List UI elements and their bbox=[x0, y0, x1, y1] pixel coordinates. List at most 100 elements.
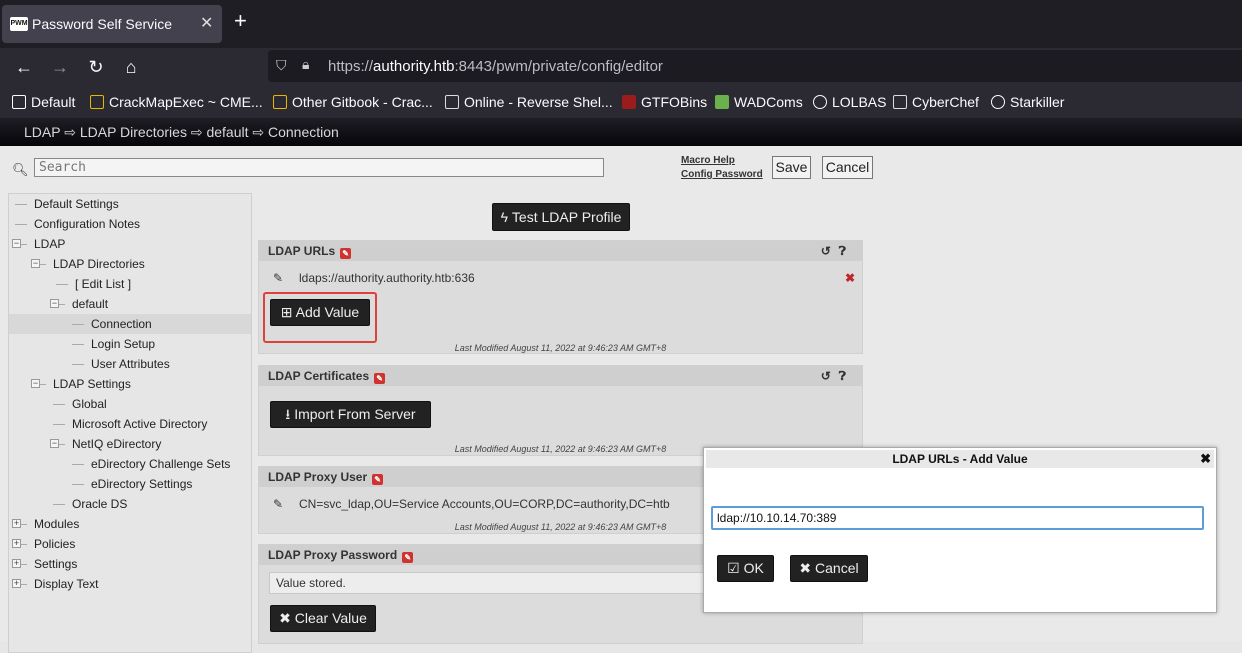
tree-connector bbox=[72, 344, 84, 345]
browser-tab-strip: PWM Password Self Service ✕ + bbox=[0, 0, 1242, 48]
tree-item-display-text[interactable]: + Display Text bbox=[9, 574, 251, 594]
tree-connector bbox=[53, 424, 65, 425]
bookmark-2[interactable]: Other Gitbook - Crac... bbox=[273, 94, 433, 110]
tree-item-connection[interactable]: Connection bbox=[9, 314, 251, 334]
reset-icon[interactable]: ↺ bbox=[821, 369, 839, 383]
expand-icon[interactable]: + bbox=[12, 559, 21, 568]
globe-icon bbox=[813, 95, 827, 109]
tree-item-user-attributes[interactable]: User Attributes bbox=[9, 354, 251, 374]
tree-item-label: Modules bbox=[34, 517, 80, 531]
tree-item-label: Microsoft Active Directory bbox=[72, 417, 208, 431]
bookmark-4[interactable]: GTFOBins bbox=[622, 94, 707, 110]
collapse-icon[interactable]: − bbox=[12, 239, 21, 248]
delete-value-icon[interactable]: ✖ bbox=[845, 271, 855, 285]
tree-item-modules[interactable]: + Modules bbox=[9, 514, 251, 534]
macro-help-link[interactable]: Macro Help bbox=[681, 155, 735, 166]
import-from-server-button[interactable]: ⭳ Import From Server bbox=[270, 401, 431, 428]
tree-item-oracle-ds[interactable]: Oracle DS bbox=[9, 494, 251, 514]
last-modified: Last Modified August 11, 2022 at 9:46:23… bbox=[454, 343, 667, 353]
reset-icon[interactable]: ↺ bbox=[821, 244, 839, 258]
bookmark-0[interactable]: Default bbox=[12, 94, 75, 110]
tree-item-ldap[interactable]: − LDAP bbox=[9, 234, 251, 254]
test-ldap-profile-button[interactable]: ϟ Test LDAP Profile bbox=[492, 203, 630, 231]
dialog-cancel-button[interactable]: ✖ Cancel bbox=[790, 555, 868, 582]
tree-item-settings[interactable]: + Settings bbox=[9, 554, 251, 574]
collapse-icon[interactable]: − bbox=[50, 299, 59, 308]
reload-button[interactable]: ↻ bbox=[84, 55, 108, 79]
collapse-icon[interactable]: − bbox=[31, 259, 40, 268]
tree-item-edit-list[interactable]: [ Edit List ] bbox=[9, 274, 251, 294]
tree-item-label: eDirectory Settings bbox=[91, 477, 193, 491]
home-button[interactable]: ⌂ bbox=[119, 55, 143, 79]
bookmark-3[interactable]: Online - Reverse Shel... bbox=[445, 94, 613, 110]
help-icon[interactable]: ❓︎ bbox=[839, 369, 854, 383]
bookmark-label: Other Gitbook - Crac... bbox=[292, 94, 433, 110]
expand-icon[interactable]: + bbox=[12, 539, 21, 548]
close-tab-icon[interactable]: ✕ bbox=[200, 13, 213, 33]
tree-item-login-setup[interactable]: Login Setup bbox=[9, 334, 251, 354]
edit-icon[interactable]: ✎ bbox=[340, 248, 352, 259]
tree-item-default[interactable]: − default bbox=[9, 294, 251, 314]
breadcrumb: LDAP ⇨ LDAP Directories ⇨ default ⇨ Conn… bbox=[24, 124, 339, 140]
collapse-icon[interactable]: − bbox=[50, 439, 59, 448]
bookmark-label: LOLBAS bbox=[832, 94, 887, 110]
shield-icon[interactable]: ⛉ bbox=[276, 57, 287, 74]
tree-item-global[interactable]: Global bbox=[9, 394, 251, 414]
tree-item-label: LDAP bbox=[34, 237, 66, 251]
bookmark-7[interactable]: CyberChef bbox=[893, 94, 979, 110]
tree-item-netiq-edirectory[interactable]: − NetIQ eDirectory bbox=[9, 434, 251, 454]
ok-button[interactable]: ☑ OK bbox=[717, 555, 774, 582]
tree-item-label: Connection bbox=[91, 317, 152, 331]
tree-item-label: LDAP Directories bbox=[53, 257, 145, 271]
tree-item-label: Oracle DS bbox=[72, 497, 128, 511]
help-icon[interactable]: ❓︎ bbox=[839, 244, 854, 258]
tree-item-ldap-directories[interactable]: − LDAP Directories bbox=[9, 254, 251, 274]
cancel-button[interactable]: Cancel bbox=[822, 156, 873, 179]
bookmark-label: CrackMapExec ~ CME... bbox=[109, 94, 263, 110]
expand-icon[interactable]: + bbox=[12, 579, 21, 588]
bookmark-6[interactable]: LOLBAS bbox=[813, 94, 886, 110]
bookmark-5[interactable]: WADComs bbox=[715, 94, 803, 110]
config-password-link[interactable]: Config Password bbox=[681, 169, 763, 180]
bookmark-label: Online - Reverse Shel... bbox=[464, 94, 613, 110]
tree-item-configuration-notes[interactable]: Configuration Notes bbox=[9, 214, 251, 234]
globe-icon bbox=[991, 95, 1005, 109]
tree-connector bbox=[56, 284, 68, 285]
ldap-url-input[interactable]: ldap://10.10.14.70:389 bbox=[711, 506, 1204, 530]
bookmark-1[interactable]: CrackMapExec ~ CME... bbox=[90, 94, 263, 110]
tree-item-label: NetIQ eDirectory bbox=[72, 437, 162, 451]
tree-item-policies[interactable]: + Policies bbox=[9, 534, 251, 554]
close-icon[interactable]: ✖ bbox=[1200, 450, 1211, 468]
tree-item-ldap-settings[interactable]: − LDAP Settings bbox=[9, 374, 251, 394]
proxy-user-value: CN=svc_ldap,OU=Service Accounts,OU=CORP,… bbox=[299, 497, 670, 511]
ldap-urls-header: LDAP URLs ✎ ↺❓︎ bbox=[259, 241, 862, 261]
tree-connector bbox=[72, 464, 84, 465]
tree-item-label: LDAP Settings bbox=[53, 377, 131, 391]
search-input[interactable]: Search bbox=[34, 158, 604, 177]
tree-item-microsoft-active-directory[interactable]: Microsoft Active Directory bbox=[9, 414, 251, 434]
expand-icon[interactable]: + bbox=[12, 519, 21, 528]
tree-item-edirectory-challenge-sets[interactable]: eDirectory Challenge Sets bbox=[9, 454, 251, 474]
edit-icon[interactable]: ✎ bbox=[402, 552, 414, 563]
browser-tab[interactable]: PWM Password Self Service ✕ bbox=[2, 5, 222, 43]
forward-button[interactable]: → bbox=[48, 55, 72, 79]
edit-icon[interactable]: ✎ bbox=[374, 373, 386, 384]
dialog-title-bar: LDAP URLs - Add Value ✖ bbox=[706, 450, 1214, 468]
tree-connector bbox=[53, 504, 65, 505]
lock-icon[interactable]: 🔒︎ bbox=[302, 56, 309, 73]
collapse-icon[interactable]: − bbox=[31, 379, 40, 388]
tree-connector bbox=[53, 404, 65, 405]
edit-value-icon[interactable]: ✎ bbox=[273, 497, 283, 511]
tree-item-default-settings[interactable]: Default Settings bbox=[9, 194, 251, 214]
bookmark-label: GTFOBins bbox=[641, 94, 708, 110]
new-tab-button[interactable]: + bbox=[234, 10, 247, 32]
bookmark-8[interactable]: Starkiller bbox=[991, 94, 1064, 110]
clear-value-button[interactable]: ✖ Clear Value bbox=[270, 605, 376, 632]
address-bar[interactable]: ⛉ 🔒︎ https://authority.htb:8443/pwm/priv… bbox=[268, 50, 1242, 82]
save-button[interactable]: Save bbox=[772, 156, 811, 179]
edit-icon[interactable]: ✎ bbox=[372, 474, 384, 485]
download-icon: ⭳ bbox=[285, 406, 295, 422]
edit-value-icon[interactable]: ✎ bbox=[273, 271, 283, 285]
tree-item-edirectory-settings[interactable]: eDirectory Settings bbox=[9, 474, 251, 494]
back-button[interactable]: ← bbox=[12, 55, 36, 79]
